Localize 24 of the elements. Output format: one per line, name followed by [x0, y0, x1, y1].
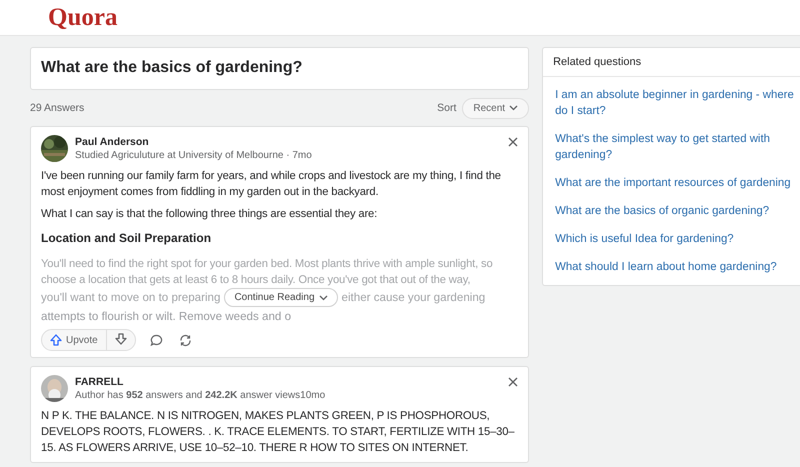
- author-credential: Author has 952 answers and 242.2K answer views10mo: [75, 390, 326, 401]
- related-question-link[interactable]: Which is useful Idea for gardening?: [555, 231, 790, 247]
- answer-text-line: either cause your gardening: [342, 290, 486, 306]
- panel-title: Related questions: [543, 48, 800, 77]
- answer-text-line: you'll want to move on to preparing: [41, 290, 220, 306]
- sort-label: Sort: [437, 102, 456, 114]
- sort-dropdown[interactable]: Recent: [462, 98, 530, 118]
- author-name[interactable]: Paul Anderson: [75, 136, 502, 148]
- answer-paragraph: I've been running our family farm for years, and while crops and livestock are my thing, I find the most enjoyment comes from fiddling in my garden out in the backyard.: [41, 169, 502, 200]
- continue-reading-button[interactable]: Continue Reading: [224, 288, 338, 307]
- related-question-link[interactable]: What's the simplest way to get started with gardening?: [555, 131, 790, 163]
- answer-paragraph: You'll need to find the right spot for your garden bed. Most plants thrive with ample sunlight, so choose a location that gets at least 6 to 8 hours daily. Once you've got that out of the way,: [41, 257, 494, 288]
- answer-text-line: attempts to flourish or wilt. Remove weeds and o: [41, 310, 292, 323]
- author-credential: Studied Agriculuture at University of Melbourne · 7mo: [75, 150, 313, 161]
- question-title: What are the basics of gardening?: [41, 59, 304, 77]
- answer-heading: Location and Soil Preparation: [41, 230, 212, 246]
- answer-paragraph: What I can say is that the following three things are essential they are:: [41, 207, 378, 222]
- related-question-link[interactable]: What should I learn about home gardening?: [555, 259, 790, 275]
- author-name[interactable]: FARRELL: [75, 376, 502, 388]
- related-question-link[interactable]: What are the important resources of gardening: [555, 175, 790, 191]
- quora-logo[interactable]: Quora: [48, 4, 118, 32]
- related-question-link[interactable]: What are the basics of organic gardening?: [555, 203, 790, 219]
- answer-count: 29 Answers: [30, 102, 84, 114]
- answer-paragraph: N P K. THE BALANCE. N IS NITROGEN, MAKES PLANTS GREEN, P IS PHOSPHOROUS, DEVELOPS ROOTS, FLOWERS. . K. TRACE ELEMENTS. TO START, FERTILIZE WITH 15–30–15. AS FLOWERS ARRIVE, USE 10–52–10. THERE R HOW TO SITES ON INTERNET.: [41, 409, 516, 456]
